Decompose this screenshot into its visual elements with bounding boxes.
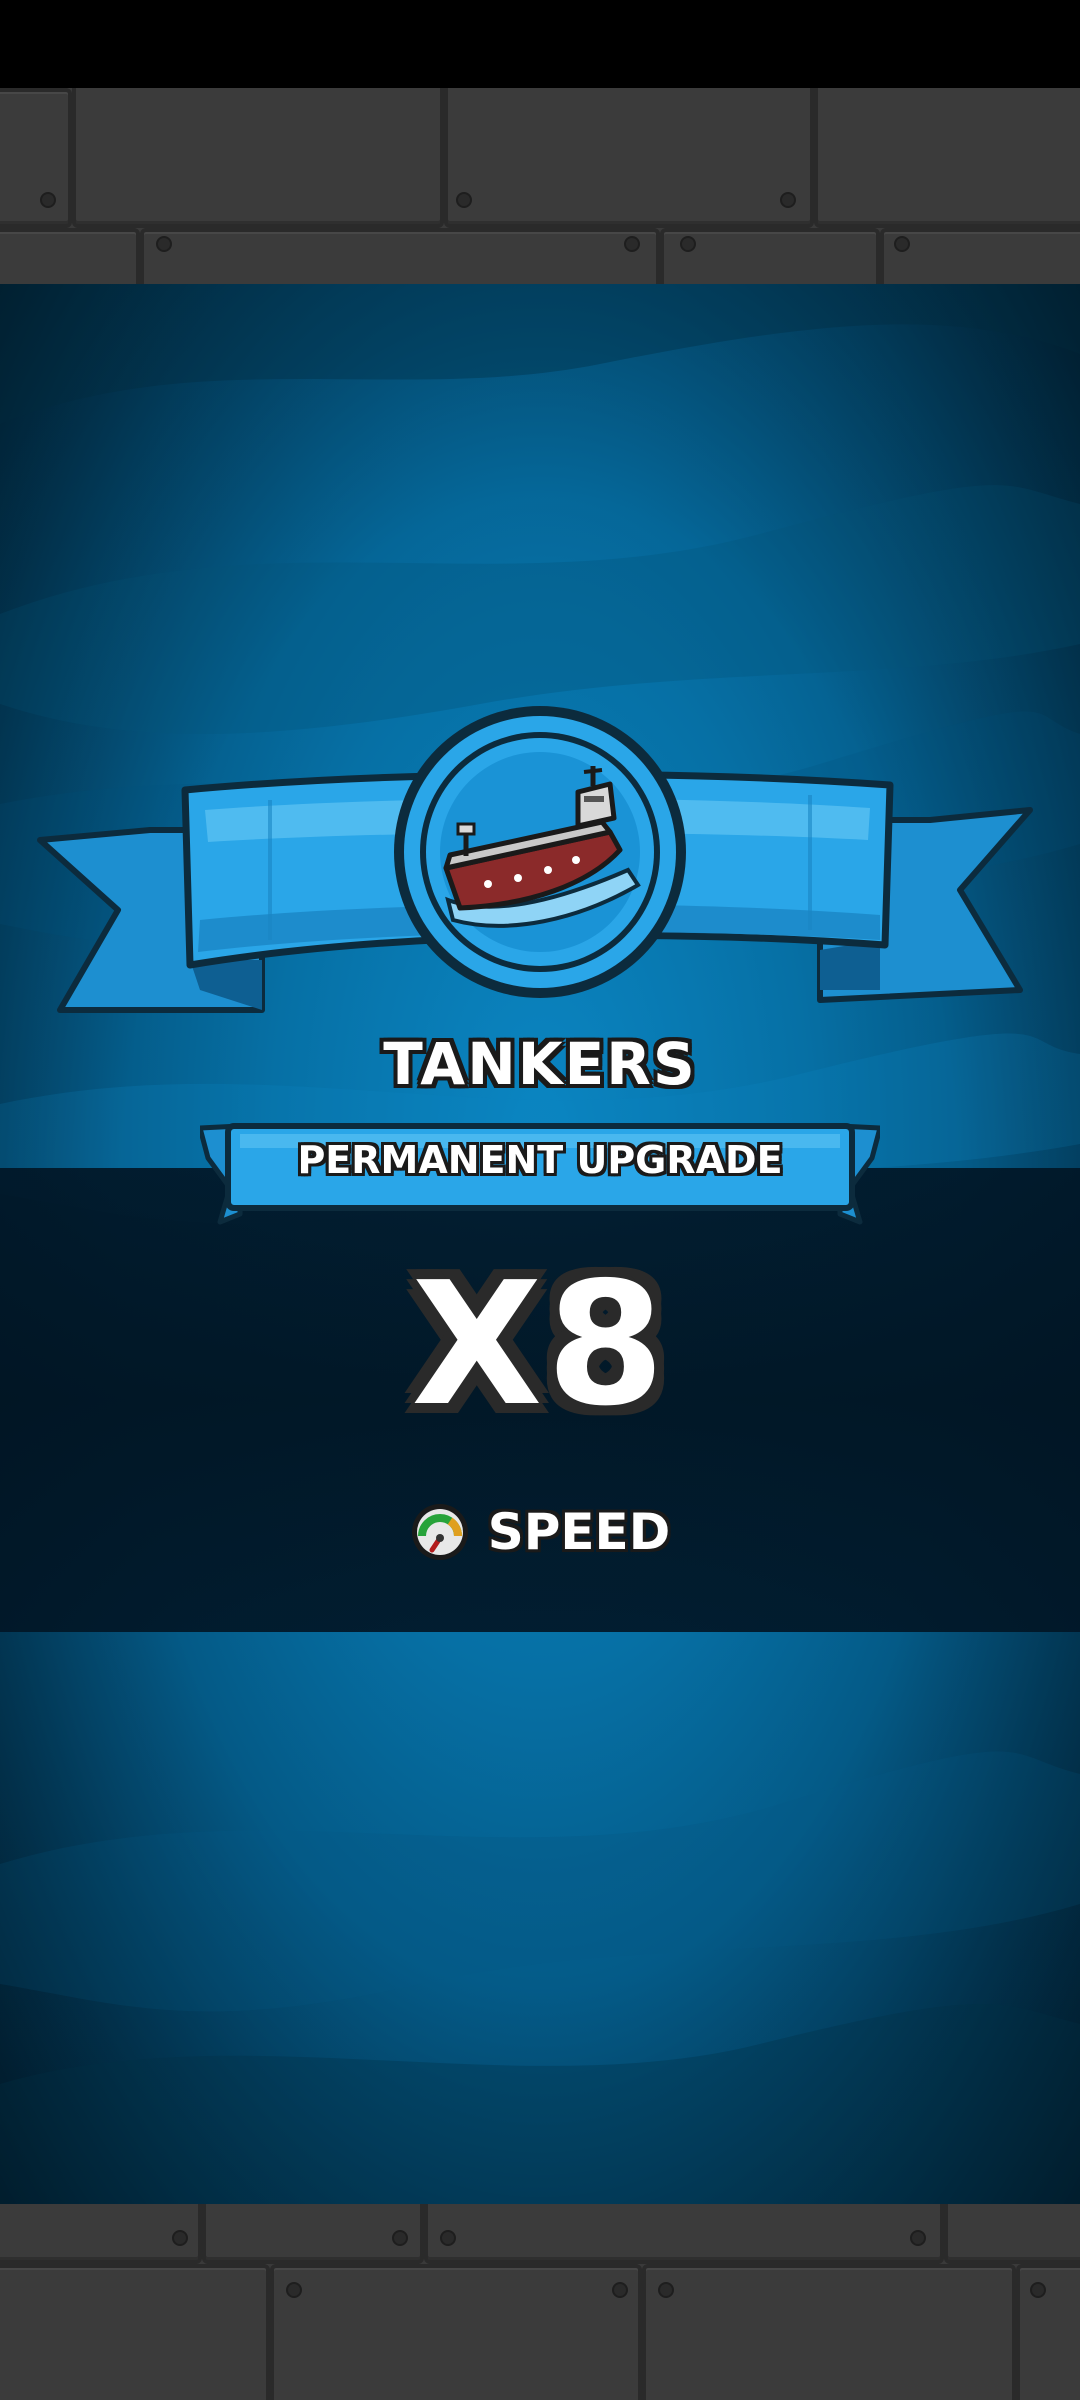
upgraded-stat: SPEED <box>0 1500 1080 1564</box>
reward-title: TANKERS <box>383 1030 697 1098</box>
reward-subtitle: PERMANENT UPGRADE <box>297 1138 783 1182</box>
stat-label: SPEED <box>487 1503 671 1561</box>
bottom-metal-frame <box>0 2204 1080 2400</box>
top-metal-frame <box>0 88 1080 284</box>
upgrade-multiplier: X8 <box>411 1246 669 1444</box>
tanker-ship-icon <box>394 706 686 998</box>
status-bar <box>0 0 1080 88</box>
speedometer-icon <box>411 1504 468 1560</box>
